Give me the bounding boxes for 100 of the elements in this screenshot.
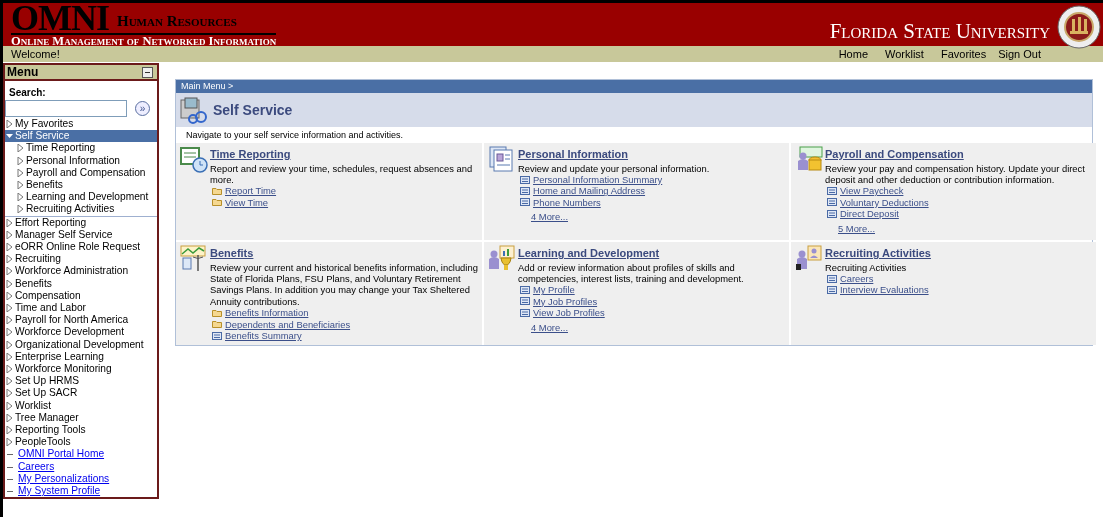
section-title-link[interactable]: Benefits xyxy=(210,247,254,261)
menu-item[interactable]: Payroll for North America xyxy=(15,314,129,327)
section-title-link[interactable]: Personal Information xyxy=(518,148,629,161)
menu-item[interactable]: Time Reporting xyxy=(26,142,96,155)
expand-arrow-icon[interactable] xyxy=(6,316,13,325)
top-nav-link[interactable]: Worklist xyxy=(885,46,924,62)
expand-arrow-icon[interactable] xyxy=(6,352,13,361)
expand-arrow-icon[interactable] xyxy=(6,365,13,374)
expand-arrow-icon[interactable] xyxy=(6,426,13,435)
section-link[interactable]: View Time xyxy=(225,196,269,209)
more-link[interactable]: 4 More... xyxy=(531,321,568,333)
menu-item[interactable]: Recruiting xyxy=(15,253,61,266)
expand-arrow-icon[interactable] xyxy=(6,243,13,252)
menu-item[interactable]: Time and Labor xyxy=(15,302,86,315)
menu-item[interactable]: Tree Manager xyxy=(15,411,79,425)
collapse-arrow-icon[interactable] xyxy=(6,132,13,141)
menu-item[interactable]: Manager Self Service xyxy=(15,228,113,242)
expand-arrow-icon[interactable] xyxy=(6,230,13,239)
expand-arrow-icon[interactable] xyxy=(6,413,13,422)
section-link[interactable]: My Profile xyxy=(533,284,575,296)
menu-item[interactable]: eORR Online Role Request xyxy=(15,241,141,254)
expand-arrow-icon[interactable] xyxy=(6,377,13,386)
menu-item[interactable]: Set Up SACR xyxy=(15,387,78,400)
expand-arrow-icon[interactable] xyxy=(17,205,24,214)
section-link[interactable]: My Job Profiles xyxy=(533,295,598,308)
menu-item[interactable]: Reporting Tools xyxy=(15,424,86,437)
menu-title: Menu xyxy=(7,65,39,79)
more-link[interactable]: 4 More... xyxy=(531,211,568,223)
menu-item[interactable]: Benefits xyxy=(26,179,63,192)
expand-arrow-icon[interactable] xyxy=(6,267,13,276)
section-title-link[interactable]: Recruiting Activities xyxy=(825,247,931,261)
menu-item[interactable]: Workforce Administration xyxy=(15,265,129,278)
expand-arrow-icon[interactable] xyxy=(6,120,13,128)
section-link[interactable]: Report Time xyxy=(225,185,277,197)
section-description: Review your pay and compensation history. Update your direct deposit and other deduction or contribution information. xyxy=(825,162,1086,186)
section-link[interactable]: Phone Numbers xyxy=(533,196,601,209)
section-link[interactable]: Home and Mailing Address xyxy=(533,185,646,197)
menu-item[interactable]: Workforce Monitoring xyxy=(15,363,112,376)
menu-item[interactable]: Organizational Development xyxy=(15,338,144,351)
section-link[interactable]: View Paycheck xyxy=(840,185,904,197)
top-nav-link[interactable]: Sign Out xyxy=(998,46,1041,62)
more-link[interactable]: 5 More... xyxy=(838,222,875,234)
section-link[interactable]: Benefits Information xyxy=(225,307,309,319)
expand-arrow-icon[interactable] xyxy=(6,340,13,349)
expand-arrow-icon[interactable] xyxy=(17,181,24,189)
expand-arrow-icon[interactable] xyxy=(17,168,24,177)
menu-item[interactable]: Workforce Development xyxy=(15,326,125,339)
expand-arrow-icon[interactable] xyxy=(17,144,24,153)
menu-item[interactable]: Benefits xyxy=(15,277,52,290)
menu-item[interactable]: Compensation xyxy=(15,289,81,303)
menu-item[interactable]: Personal Information xyxy=(26,154,120,167)
expand-arrow-icon[interactable] xyxy=(6,389,13,398)
go-button[interactable]: » xyxy=(135,101,150,116)
selected-menu-row[interactable]: Self Service xyxy=(5,130,157,143)
expand-arrow-icon[interactable] xyxy=(6,438,13,447)
section-link[interactable]: Direct Deposit xyxy=(840,208,899,220)
expand-arrow-icon[interactable] xyxy=(6,279,13,288)
menu-item[interactable]: PeopleTools xyxy=(15,436,71,449)
expand-arrow-icon[interactable] xyxy=(6,304,13,313)
omni-logo: OMNI xyxy=(11,3,109,33)
expand-arrow-icon[interactable] xyxy=(17,193,24,202)
expand-arrow-icon[interactable] xyxy=(17,156,24,165)
collapse-icon[interactable] xyxy=(142,66,153,78)
search-field[interactable] xyxy=(5,100,127,117)
section-link[interactable]: Dependents and Beneficiaries xyxy=(225,318,351,330)
list-page-icon xyxy=(520,297,530,306)
header-subtitle: Human Resources xyxy=(117,14,237,31)
menu-item[interactable]: Recruiting Activities xyxy=(26,203,115,216)
list-page-icon xyxy=(827,187,837,195)
menu-link[interactable]: My System Profile xyxy=(18,485,101,498)
section-link[interactable]: Careers xyxy=(840,272,874,285)
expand-arrow-icon[interactable] xyxy=(6,328,13,337)
menu-link[interactable]: My Personalizations xyxy=(18,472,110,486)
expand-arrow-icon[interactable] xyxy=(6,401,13,410)
expand-arrow-icon[interactable] xyxy=(6,255,13,264)
section-title-link[interactable]: Time Reporting xyxy=(210,148,291,161)
menu-item[interactable]: Worklist xyxy=(15,399,52,412)
section-link[interactable]: View Job Profiles xyxy=(533,307,605,319)
menu-item[interactable]: Learning and Development xyxy=(26,191,149,204)
expand-arrow-icon[interactable] xyxy=(6,218,13,227)
top-nav-link[interactable]: Home xyxy=(838,46,868,62)
person-profile-icon xyxy=(795,245,823,273)
section-link[interactable]: Interview Evaluations xyxy=(840,284,929,296)
section-title-link[interactable]: Learning and Development xyxy=(518,247,660,261)
expand-arrow-icon[interactable] xyxy=(6,291,13,300)
menu-item[interactable]: My Favorites xyxy=(15,118,74,131)
section-title-link[interactable]: Payroll and Compensation xyxy=(825,148,964,161)
menu-item[interactable]: Enterprise Learning xyxy=(15,350,104,364)
section-link[interactable]: Benefits Summary xyxy=(225,329,302,342)
menu-link[interactable]: OMNI Portal Home xyxy=(18,448,105,461)
section-link[interactable]: Voluntary Deductions xyxy=(840,196,929,209)
page-title: Self Service xyxy=(213,100,293,120)
menu-link[interactable]: Careers xyxy=(18,460,55,473)
top-nav-link[interactable]: Favorites xyxy=(940,46,987,62)
menu-item[interactable]: Effort Reporting xyxy=(15,216,87,229)
section-link[interactable]: Personal Information Summary xyxy=(533,173,663,186)
menu-item[interactable]: Payroll and Compensation xyxy=(26,166,146,179)
section-description: Report and review your time, schedules, request absences and more. xyxy=(210,162,474,186)
menu-item[interactable]: Set Up HRMS xyxy=(15,375,79,388)
breadcrumb-link[interactable]: Main Menu > xyxy=(181,81,234,91)
